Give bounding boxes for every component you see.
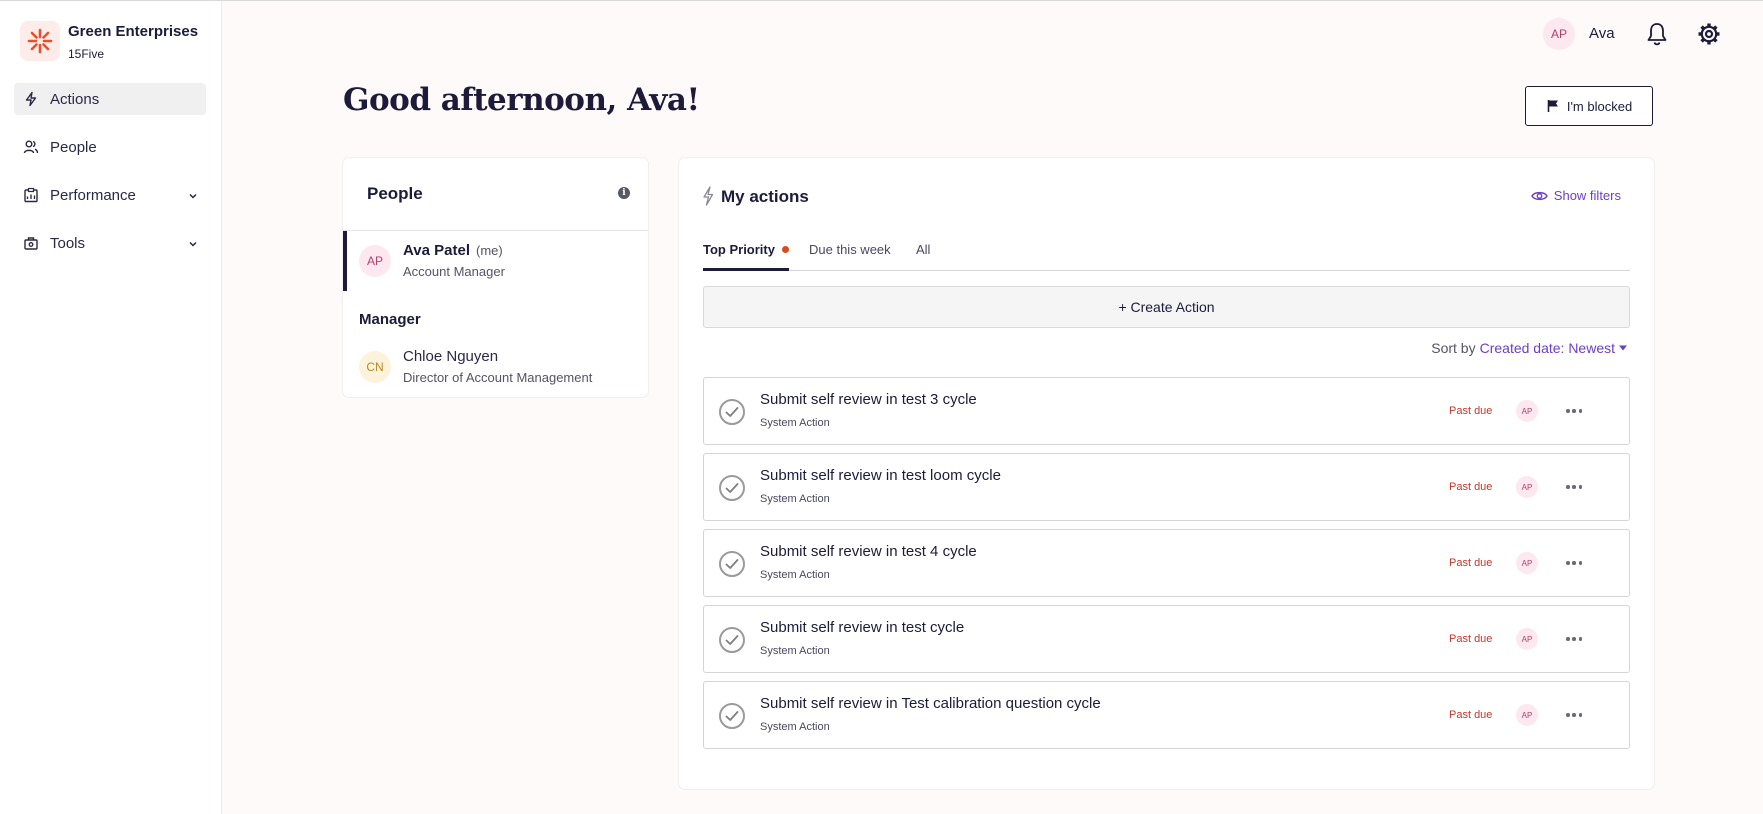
create-action-button[interactable]: + Create Action (703, 286, 1630, 328)
im-blocked-button[interactable]: I'm blocked (1525, 86, 1653, 126)
sidebar-item-performance[interactable]: Performance (14, 179, 206, 211)
check-circle-icon[interactable] (719, 551, 745, 577)
chevron-down-icon (188, 236, 198, 253)
sidebar-item-label: Performance (50, 186, 136, 204)
org-sub: 15Five (68, 47, 105, 61)
manager-label: Manager (359, 311, 421, 328)
person-row-me[interactable]: AP Ava Patel (me) Account Manager (343, 231, 648, 291)
avatar: AP (359, 245, 391, 277)
action-type: System Action (760, 645, 830, 657)
avatar: AP (1516, 628, 1538, 650)
people-icon (22, 138, 40, 156)
person-role: Account Manager (403, 264, 505, 279)
check-circle-icon[interactable] (719, 399, 745, 425)
sort-value: Created date: Newest (1479, 340, 1615, 356)
action-item[interactable]: Submit self review in test 3 cycle Syste… (703, 377, 1630, 445)
action-title[interactable]: Submit self review in Test calibration q… (760, 695, 1101, 712)
eye-icon (1530, 191, 1548, 200)
status-badge: Past due (1449, 633, 1493, 645)
org-name: Green Enterprises (68, 23, 199, 40)
clipboard-icon (22, 186, 40, 204)
flag-icon (1547, 100, 1558, 112)
page-title: Good afternoon, Ava! (343, 82, 700, 118)
action-item[interactable]: Submit self review in test cycle System … (703, 605, 1630, 673)
gear-icon[interactable] (1696, 21, 1722, 52)
person-name: Ava Patel (me) (403, 242, 503, 259)
tab-all[interactable]: All (916, 242, 930, 271)
status-badge: Past due (1449, 405, 1493, 417)
bell-icon[interactable] (1644, 21, 1670, 52)
action-type: System Action (760, 569, 830, 581)
sidebar-item-label: Tools (50, 234, 86, 252)
im-blocked-label: I'm blocked (1566, 98, 1633, 114)
avatar: AP (1516, 704, 1538, 726)
sidebar-nav: Actions People Performance Tools (14, 83, 206, 275)
avatar: AP (1516, 400, 1538, 422)
more-options-icon[interactable] (1566, 632, 1582, 646)
user-name[interactable]: Ava (1589, 25, 1615, 42)
people-card-title: People (367, 184, 423, 203)
status-badge: Past due (1449, 481, 1493, 493)
bolt-icon (22, 90, 40, 108)
check-circle-icon[interactable] (719, 703, 745, 729)
actions-tabs: Top Priority Due this week All (703, 242, 1630, 271)
tab-top-priority[interactable]: Top Priority (703, 242, 789, 271)
my-actions-card: My actions Show filters Top Priority Due… (679, 158, 1654, 789)
more-options-icon[interactable] (1566, 480, 1582, 494)
header-user-area: AP Ava (1543, 18, 1763, 50)
action-type: System Action (760, 721, 830, 733)
avatar[interactable]: AP (1543, 18, 1575, 50)
action-type: System Action (760, 417, 830, 429)
sort-dropdown[interactable]: Created date: Newest (1480, 340, 1628, 356)
sidebar-item-label: People (50, 138, 97, 156)
person-name-text: Ava Patel (403, 242, 470, 259)
chevron-down-icon (188, 188, 198, 205)
check-circle-icon[interactable] (719, 627, 745, 653)
person-name: Chloe Nguyen (403, 348, 499, 365)
sort-label: Sort by (1431, 340, 1476, 356)
action-list: Submit self review in test 3 cycle Syste… (703, 377, 1630, 757)
action-title[interactable]: Submit self review in test loom cycle (760, 467, 1001, 484)
toolbox-icon (22, 234, 40, 252)
sidebar-item-label: Actions (50, 90, 100, 108)
sidebar-item-people[interactable]: People (14, 131, 206, 163)
avatar: CN (359, 351, 391, 383)
action-type: System Action (760, 493, 830, 505)
sidebar-item-tools[interactable]: Tools (14, 227, 206, 259)
more-options-icon[interactable] (1566, 708, 1582, 722)
action-item[interactable]: Submit self review in Test calibration q… (703, 681, 1630, 749)
action-title[interactable]: Submit self review in test 3 cycle (760, 391, 977, 408)
bolt-icon (701, 186, 715, 211)
show-filters-label: Show filters (1553, 188, 1621, 203)
caret-down-icon (1619, 345, 1627, 351)
tab-due-this-week[interactable]: Due this week (809, 242, 891, 271)
top-border (0, 0, 1763, 1)
info-icon[interactable]: i (618, 187, 630, 199)
status-badge: Past due (1449, 557, 1493, 569)
tab-label: Top Priority (703, 242, 775, 257)
more-options-icon[interactable] (1566, 556, 1582, 570)
sort-control: Sort by Created date: Newest (1431, 340, 1628, 356)
action-item[interactable]: Submit self review in test loom cycle Sy… (703, 453, 1630, 521)
person-role: Director of Account Management (403, 370, 593, 385)
sidebar: Green Enterprises 15Five Actions People … (0, 1, 222, 814)
sidebar-item-actions[interactable]: Actions (14, 83, 206, 115)
people-card: People i AP Ava Patel (me) Account Manage… (343, 158, 648, 397)
action-title[interactable]: Submit self review in test cycle (760, 619, 964, 636)
more-options-icon[interactable] (1566, 404, 1582, 418)
status-badge: Past due (1449, 709, 1493, 721)
me-tag: (me) (475, 243, 503, 258)
check-circle-icon[interactable] (719, 475, 745, 501)
action-title[interactable]: Submit self review in test 4 cycle (760, 543, 977, 560)
org-switcher[interactable]: Green Enterprises 15Five (20, 21, 198, 61)
avatar: AP (1516, 552, 1538, 574)
my-actions-title: My actions (721, 187, 809, 206)
org-logo-icon (20, 21, 60, 61)
priority-dot (781, 246, 789, 253)
show-filters-button[interactable]: Show filters (1530, 188, 1621, 203)
avatar: AP (1516, 476, 1538, 498)
action-item[interactable]: Submit self review in test 4 cycle Syste… (703, 529, 1630, 597)
